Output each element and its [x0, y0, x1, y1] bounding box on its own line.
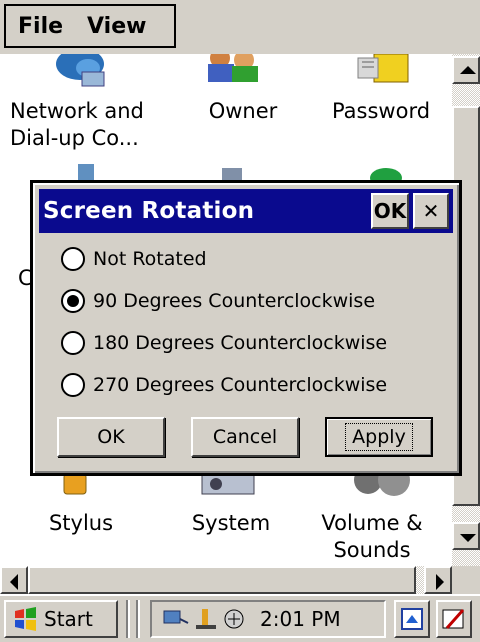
volume-label: Volume & Sounds — [321, 511, 423, 562]
stylus-icon[interactable] — [60, 474, 92, 496]
volume-icon[interactable] — [348, 474, 420, 500]
network-item[interactable]: Network and Dial-up Co... — [0, 98, 162, 152]
stylus-label: Stylus — [48, 511, 114, 535]
desktop-button[interactable] — [394, 600, 430, 638]
close-icon[interactable]: ✕ — [413, 193, 449, 229]
usb-icon[interactable] — [194, 607, 218, 631]
radio-button[interactable] — [61, 331, 85, 355]
hscroll-thumb[interactable] — [28, 566, 416, 594]
left-arrow-icon — [10, 574, 18, 590]
system-item[interactable]: System — [156, 510, 306, 537]
system-tray: 2:01 PM — [150, 600, 386, 638]
cancel-button[interactable]: Cancel — [191, 417, 299, 457]
option-180-ccw[interactable]: 180 Degrees Counterclockwise — [61, 331, 387, 355]
scroll-left-button[interactable] — [0, 566, 28, 594]
owner-item[interactable]: Owner — [168, 98, 318, 125]
screen-rotation-dialog: Screen Rotation OK ✕ Not Rotated 90 Degr… — [30, 180, 462, 476]
clock[interactable]: 2:01 PM — [260, 607, 341, 631]
scroll-down-button[interactable] — [452, 522, 480, 550]
ok-button-label: OK — [97, 426, 125, 448]
volume-item[interactable]: Volume & Sounds — [302, 510, 442, 564]
radio-dot — [67, 295, 79, 307]
taskbar: Start 2:01 PM — [0, 594, 480, 642]
menu-group: File View — [4, 4, 176, 48]
owner-icon[interactable] — [198, 54, 268, 84]
start-label: Start — [44, 607, 93, 631]
scroll-corner — [452, 566, 480, 594]
system-label: System — [191, 511, 271, 535]
password-item[interactable]: Password — [306, 98, 452, 125]
desktop-icon — [401, 608, 423, 630]
taskbar-divider — [126, 600, 130, 638]
regional-icon[interactable] — [72, 162, 102, 182]
owner-label: Owner — [208, 99, 278, 123]
option-not-rotated[interactable]: Not Rotated — [61, 247, 207, 271]
menu-bar: File View — [0, 0, 480, 54]
option-label: 270 Degrees Counterclockwise — [93, 374, 388, 396]
scroll-up-button[interactable] — [452, 56, 480, 84]
sync-icon[interactable] — [222, 607, 248, 631]
horizontal-scrollbar[interactable] — [0, 566, 452, 594]
password-label: Password — [331, 99, 431, 123]
radio-button[interactable] — [61, 373, 85, 397]
ok-button[interactable]: OK — [57, 417, 165, 457]
windows-flag-icon — [15, 607, 36, 631]
apply-button[interactable]: Apply — [325, 417, 433, 457]
taskbar-divider-2 — [136, 600, 140, 638]
pen-icon — [442, 609, 465, 629]
option-270-ccw[interactable]: 270 Degrees Counterclockwise — [61, 373, 387, 397]
dialog-titlebar: Screen Rotation OK ✕ — [39, 189, 453, 233]
network-label: Network and Dial-up Co... — [10, 99, 144, 150]
password-icon[interactable] — [354, 54, 414, 90]
menu-file[interactable]: File — [6, 14, 75, 39]
cancel-button-label: Cancel — [212, 426, 278, 448]
menu-view[interactable]: View — [75, 14, 158, 39]
right-arrow-icon — [436, 574, 444, 590]
apply-button-label: Apply — [345, 423, 413, 451]
network-icon[interactable] — [52, 54, 112, 90]
option-label: 180 Degrees Counterclockwise — [93, 332, 388, 354]
system-icon[interactable] — [196, 474, 260, 500]
start-button[interactable]: Start — [4, 600, 118, 638]
network-tray-icon[interactable] — [162, 607, 190, 631]
option-label: Not Rotated — [93, 248, 207, 270]
radio-button-selected[interactable] — [61, 289, 85, 313]
input-panel-button[interactable] — [436, 600, 472, 638]
stylus-item[interactable]: Stylus — [6, 510, 156, 537]
dialog-title: Screen Rotation — [43, 198, 255, 224]
option-90-ccw[interactable]: 90 Degrees Counterclockwise — [61, 289, 375, 313]
up-arrow-icon — [460, 66, 476, 74]
down-arrow-icon — [460, 534, 476, 542]
title-ok-button[interactable]: OK — [371, 193, 409, 229]
radio-button[interactable] — [61, 247, 85, 271]
scroll-right-button[interactable] — [424, 566, 452, 594]
option-label: 90 Degrees Counterclockwise — [93, 290, 376, 312]
